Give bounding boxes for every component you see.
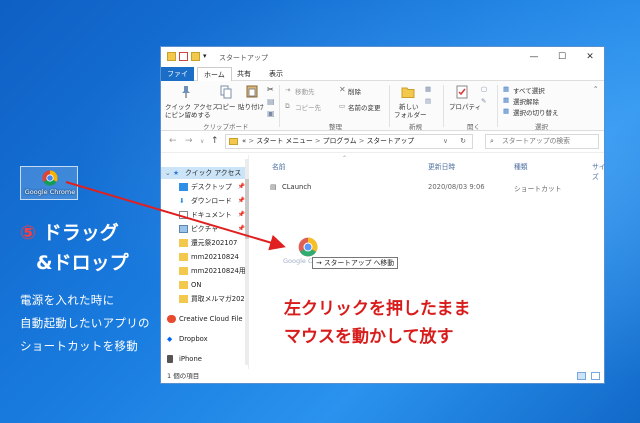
drag-ghost-label: Google C [283,257,313,265]
annotation-line1: 左クリックを押したまま [284,299,471,319]
drag-arrow [65,181,286,251]
annotation-line2: マウスを動かして放す [284,327,454,347]
chrome-icon [298,237,318,257]
drag-tooltip: → スタートアップ へ移動 [312,257,398,269]
